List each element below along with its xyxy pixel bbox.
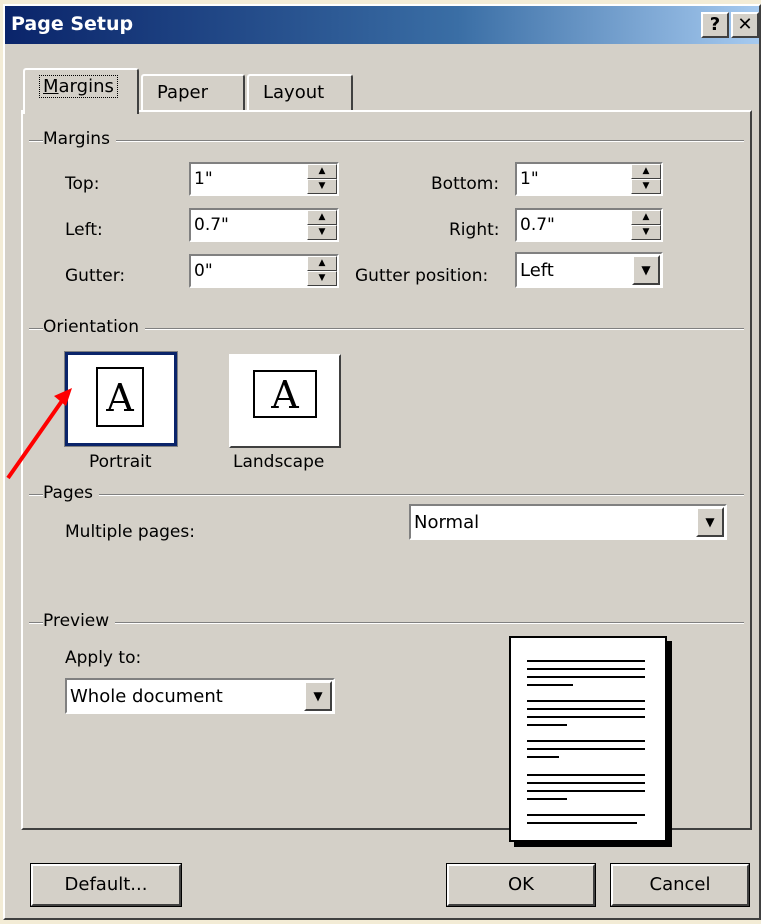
spin-down-icon[interactable]: ▼ <box>307 179 337 194</box>
spin-up-icon[interactable]: ▲ <box>631 210 661 225</box>
top-margin-spinner[interactable]: 1" ▲ ▼ <box>189 162 339 196</box>
page-setup-dialog: Page Setup ? ✕ Margins Paper Layout Marg… <box>3 4 761 920</box>
preview-text-line <box>527 822 637 824</box>
preview-text-line <box>527 700 645 702</box>
portrait-page-icon: A <box>96 367 144 427</box>
landscape-label: Landscape <box>233 452 325 472</box>
preview-text-line <box>527 798 567 800</box>
preview-text-line <box>527 668 645 670</box>
gutter-label: Gutter: <box>65 266 126 286</box>
tab-margins-label: argins <box>58 76 114 97</box>
apply-to-value: Whole document <box>70 686 223 707</box>
left-label: Left: <box>65 220 103 240</box>
title-bar: Page Setup ? ✕ <box>5 6 759 44</box>
tab-paper[interactable]: Paper <box>141 74 245 112</box>
preview-text-line <box>527 724 567 726</box>
tab-layout[interactable]: Layout <box>247 74 353 112</box>
margins-panel: Margins Top: 1" ▲ ▼ Bottom: 1" ▲ ▼ Left: 0… <box>21 110 752 842</box>
apply-to-label: Apply to: <box>65 648 142 668</box>
gutter-position-label: Gutter position: <box>355 266 489 286</box>
help-button[interactable]: ? <box>701 12 729 38</box>
gutter-spinner[interactable]: 0" ▲ ▼ <box>189 254 339 288</box>
preview-group-divider <box>29 622 744 624</box>
spin-down-icon[interactable]: ▼ <box>307 271 337 286</box>
multiple-pages-value: Normal <box>414 512 480 533</box>
right-margin-spinner[interactable]: 0.7" ▲ ▼ <box>515 208 663 242</box>
preview-text-line <box>527 814 645 816</box>
multiple-pages-label: Multiple pages: <box>65 522 195 542</box>
top-margin-value: 1" <box>194 169 213 189</box>
spin-up-icon[interactable]: ▲ <box>307 210 337 225</box>
preview-text-line <box>527 676 645 678</box>
cancel-button-label: Cancel <box>649 874 711 895</box>
multiple-pages-select[interactable]: Normal ▼ <box>409 504 727 540</box>
top-label: Top: <box>65 174 100 194</box>
preview-text-line <box>527 660 645 662</box>
gutter-value: 0" <box>194 261 213 281</box>
spin-up-icon[interactable]: ▲ <box>307 256 337 271</box>
preview-text-line <box>527 748 645 750</box>
preview-text-line <box>527 684 573 686</box>
chevron-down-icon[interactable]: ▼ <box>696 507 724 537</box>
portrait-option[interactable]: A <box>64 351 178 447</box>
ok-button-label: OK <box>508 874 534 895</box>
spin-down-icon[interactable]: ▼ <box>631 179 661 194</box>
chevron-down-icon[interactable]: ▼ <box>304 681 332 711</box>
preview-group-label: Preview <box>43 611 116 631</box>
preview-text-line <box>527 756 559 758</box>
bottom-label: Bottom: <box>431 174 500 194</box>
spin-up-icon[interactable]: ▲ <box>307 164 337 179</box>
right-label: Right: <box>449 220 500 240</box>
right-margin-value: 0.7" <box>520 215 555 235</box>
ok-button[interactable]: OK <box>446 863 596 907</box>
landscape-page-icon: A <box>253 370 317 418</box>
preview-text-line <box>527 782 645 784</box>
left-margin-spinner[interactable]: 0.7" ▲ ▼ <box>189 208 339 242</box>
orientation-group-label: Orientation <box>43 317 145 337</box>
tab-paper-label: Paper <box>157 82 208 103</box>
pages-group-divider <box>29 494 744 496</box>
window-title: Page Setup <box>11 13 134 35</box>
preview-text-line <box>527 716 645 718</box>
gutter-position-select[interactable]: Left ▼ <box>515 252 663 288</box>
apply-to-select[interactable]: Whole document ▼ <box>65 678 335 714</box>
preview-text-line <box>527 708 645 710</box>
close-button[interactable]: ✕ <box>731 12 759 38</box>
margins-group-label: Margins <box>43 129 116 149</box>
preview-text-line <box>527 740 645 742</box>
tab-layout-label: Layout <box>263 82 325 103</box>
chevron-down-icon[interactable]: ▼ <box>632 255 660 285</box>
landscape-option[interactable]: A <box>229 354 341 448</box>
gutter-position-value: Left <box>520 260 554 281</box>
bottom-margin-value: 1" <box>520 169 539 189</box>
default-button[interactable]: Default... <box>30 863 182 907</box>
spin-down-icon[interactable]: ▼ <box>307 225 337 240</box>
default-button-label: Default... <box>64 874 148 895</box>
margins-group-divider <box>29 140 744 142</box>
preview-text-line <box>527 774 645 776</box>
bottom-margin-spinner[interactable]: 1" ▲ ▼ <box>515 162 663 196</box>
left-margin-value: 0.7" <box>194 215 229 235</box>
preview-page-thumbnail <box>509 636 667 842</box>
spin-down-icon[interactable]: ▼ <box>631 225 661 240</box>
portrait-label: Portrait <box>89 452 152 472</box>
pages-group-label: Pages <box>43 483 100 503</box>
tab-margins[interactable]: Margins <box>23 68 139 114</box>
spin-up-icon[interactable]: ▲ <box>631 164 661 179</box>
preview-text-line <box>527 790 645 792</box>
cancel-button[interactable]: Cancel <box>610 863 750 907</box>
